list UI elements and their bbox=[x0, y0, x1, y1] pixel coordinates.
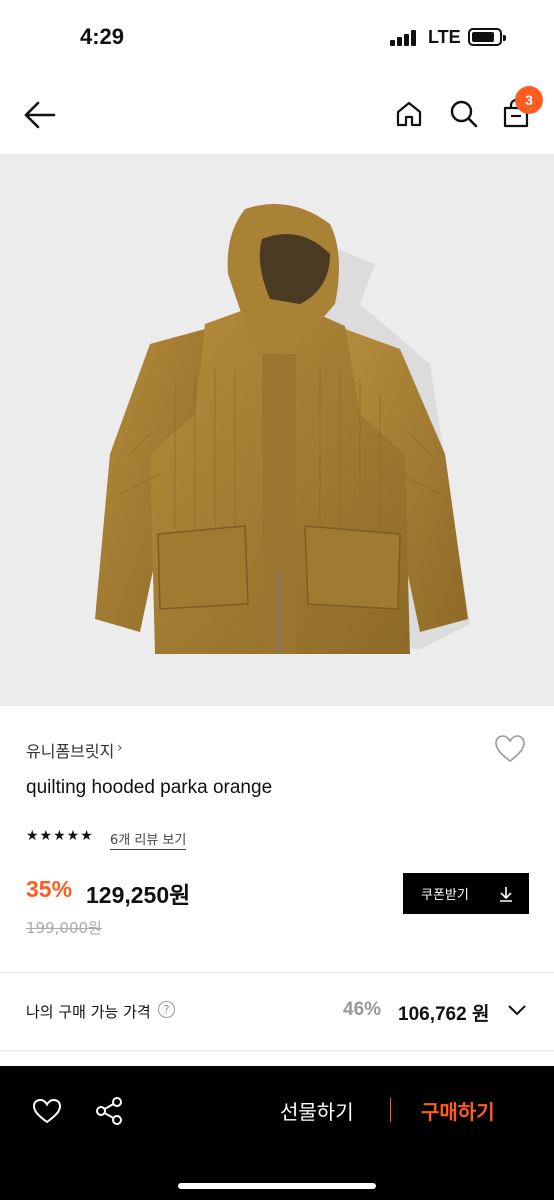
network-label: LTE bbox=[428, 27, 461, 47]
chevron-down-icon[interactable] bbox=[507, 1004, 527, 1016]
section-divider bbox=[0, 972, 554, 973]
chevron-right-icon: › bbox=[117, 740, 123, 756]
signal-icon bbox=[390, 30, 418, 46]
my-price: 106,762 원 bbox=[398, 1004, 490, 1025]
section-divider bbox=[0, 1050, 554, 1051]
home-icon[interactable] bbox=[395, 100, 423, 128]
back-arrow-icon[interactable] bbox=[22, 100, 56, 130]
home-indicator bbox=[178, 1183, 376, 1189]
my-discount-rate: 46% bbox=[343, 999, 382, 1020]
heart-icon[interactable] bbox=[494, 734, 526, 764]
status-time: 4:29 bbox=[80, 24, 125, 49]
sale-price: 129,250원 bbox=[86, 882, 191, 908]
product-name: quilting hooded parka orange bbox=[26, 777, 273, 798]
bottom-action-bar: 선물하기 구매하기 bbox=[0, 1066, 554, 1200]
battery-icon bbox=[468, 28, 506, 46]
brand-link[interactable]: 유니폼브릿지 bbox=[26, 738, 114, 762]
coupon-label: 쿠폰받기 bbox=[421, 888, 469, 903]
download-icon bbox=[500, 886, 512, 902]
heart-icon[interactable] bbox=[32, 1098, 62, 1124]
cart-count-badge: 3 bbox=[515, 86, 543, 114]
gift-button[interactable]: 선물하기 bbox=[280, 1096, 354, 1125]
top-nav bbox=[0, 72, 554, 154]
search-icon[interactable] bbox=[449, 99, 479, 129]
help-icon[interactable]: ? bbox=[158, 1001, 175, 1018]
button-separator bbox=[390, 1098, 391, 1122]
original-price: 199,000원 bbox=[26, 919, 102, 937]
discount-rate: 35% bbox=[26, 876, 73, 902]
status-bar: 4:29 LTE bbox=[0, 0, 554, 72]
my-price-label: 나의 구매 가능 가격 bbox=[26, 1003, 151, 1021]
share-icon[interactable] bbox=[94, 1096, 124, 1126]
parka-illustration bbox=[95, 204, 470, 654]
rating-stars: ★★★★★ bbox=[26, 828, 94, 844]
product-image[interactable] bbox=[0, 154, 554, 706]
coupon-button[interactable]: 쿠폰받기 bbox=[403, 873, 529, 914]
buy-button[interactable]: 구매하기 bbox=[421, 1096, 495, 1125]
review-link[interactable]: 6개 리뷰 보기 bbox=[110, 829, 187, 850]
